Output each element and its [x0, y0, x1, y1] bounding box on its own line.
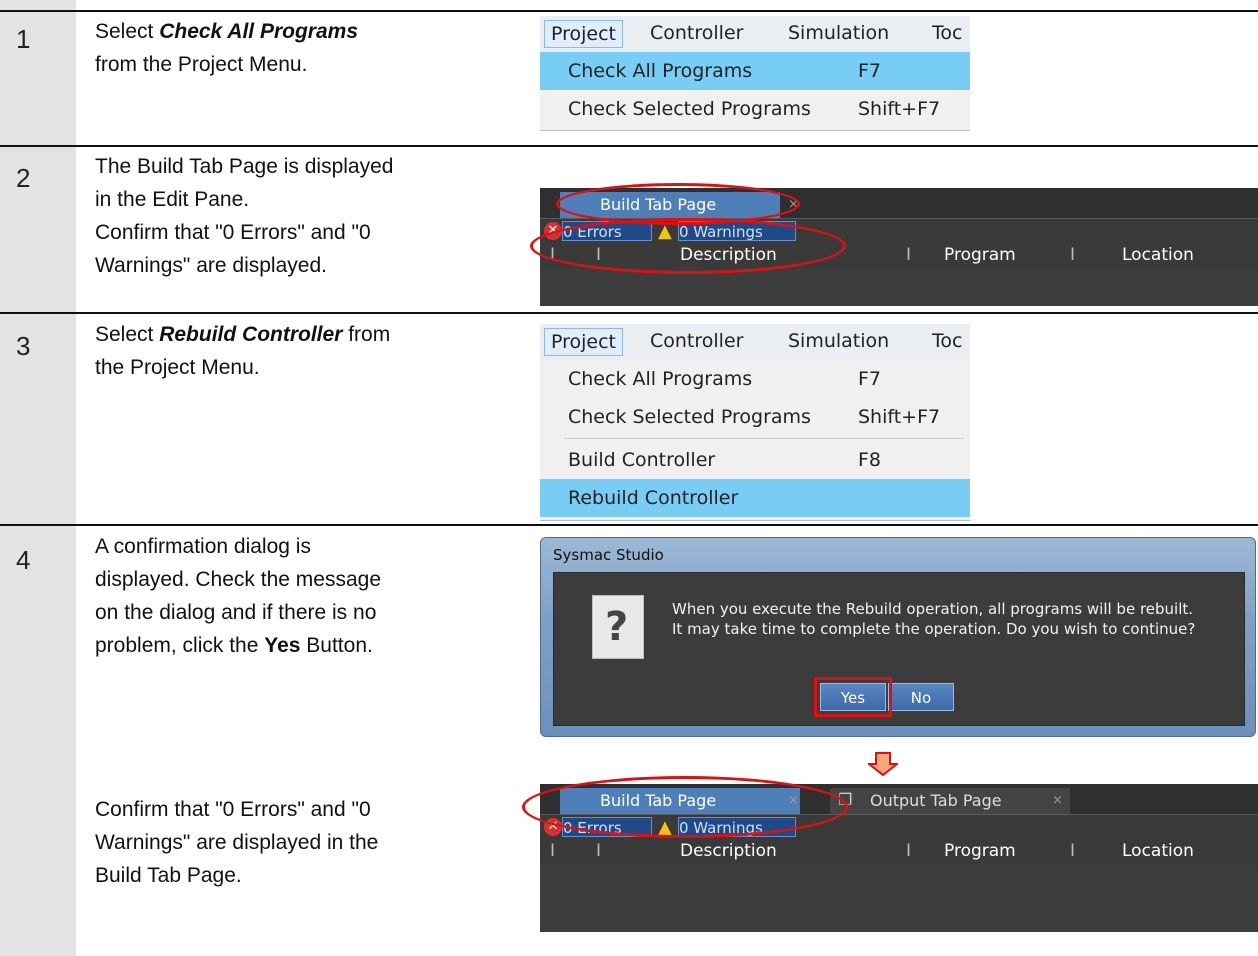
build-list-body: [540, 865, 1258, 932]
col-divider: I: [906, 841, 912, 861]
menu-controller[interactable]: Controller: [650, 330, 743, 352]
tab-output-label: Output Tab Page: [870, 791, 1002, 810]
menu-item-shortcut: Shift+F7: [858, 98, 941, 120]
step4-line-2: displayed. Check the message: [95, 568, 381, 591]
menu-item-label: Check All Programs: [568, 368, 753, 390]
step4-line-4-pre: problem, click the: [95, 634, 265, 657]
col-program[interactable]: Program: [944, 245, 1016, 265]
col-description[interactable]: Description: [680, 841, 777, 861]
step2-line-4: Warnings" are displayed.: [95, 254, 327, 277]
step1-text-post: from the Project Menu.: [95, 53, 308, 76]
menu-item-label: Rebuild Controller: [568, 487, 739, 509]
step4-text: A confirmation dialog is displayed. Chec…: [95, 530, 505, 662]
menu-item-label: Build Controller: [568, 449, 716, 471]
col-divider: I: [1070, 245, 1076, 265]
step-number-3: 3: [16, 331, 31, 361]
build-list-body: [540, 269, 1258, 306]
step-number-1: 1: [16, 24, 31, 54]
dialog-message: When you execute the Rebuild operation, …: [672, 599, 1195, 639]
step1-text-pre: Select: [95, 20, 160, 43]
menu-project[interactable]: Project: [544, 20, 624, 48]
menu-bar-2: Project Controller Simulation Toc: [540, 324, 970, 360]
dialog-body: ? When you execute the Rebuild operation…: [553, 572, 1245, 726]
dialog-message-line-2: It may take time to complete the operati…: [672, 620, 1196, 638]
question-icon: ?: [592, 595, 644, 659]
project-menu-1: Project Controller Simulation Toc Check …: [540, 16, 970, 131]
col-location[interactable]: Location: [1122, 841, 1194, 861]
step1-menu-item-name: Check All Programs: [159, 20, 358, 43]
menu-item-label: Check Selected Programs: [568, 406, 811, 428]
menu-item-build-controller[interactable]: Build Controller F8: [540, 441, 970, 479]
step2-line-3: Confirm that "0 Errors" and "0: [95, 221, 371, 244]
step4-confirm-line-2: Warnings" are displayed in the: [95, 831, 379, 854]
project-menu-2: Project Controller Simulation Toc Check …: [540, 324, 970, 521]
menu-item-label: Check All Programs: [568, 60, 753, 82]
step4-confirm-line-1: Confirm that "0 Errors" and "0: [95, 798, 371, 821]
row-divider-2: [0, 312, 1258, 314]
col-divider: I: [550, 841, 556, 861]
down-arrow-icon: [868, 752, 898, 776]
highlight-ellipse-status: [530, 218, 846, 274]
step-number-column: [0, 0, 76, 956]
step2-line-1: The Build Tab Page is displayed: [95, 155, 394, 178]
menu-project[interactable]: Project: [544, 328, 624, 356]
step3-text-pre: Select: [95, 323, 160, 346]
step4-confirm-line-3: Build Tab Page.: [95, 864, 242, 887]
close-icon[interactable]: ×: [1052, 788, 1063, 814]
row-divider-1: [0, 145, 1258, 147]
dialog-title: Sysmac Studio: [553, 546, 664, 564]
column-header: I I Description I Program I Location: [540, 839, 1258, 865]
yes-highlight-box: [814, 677, 892, 717]
menu-tools[interactable]: Toc: [932, 22, 962, 44]
menu-item-rebuild-controller[interactable]: Rebuild Controller: [540, 479, 970, 517]
col-program[interactable]: Program: [944, 841, 1016, 861]
step4-line-3: on the dialog and if there is no: [95, 601, 377, 624]
step4-yes-label: Yes: [264, 634, 301, 657]
menu-bar-1: Project Controller Simulation Toc: [540, 16, 970, 52]
col-divider: I: [906, 245, 912, 265]
step-number-2: 2: [16, 163, 31, 193]
no-button-label: No: [910, 689, 932, 707]
menu-item-shortcut: F8: [858, 449, 882, 471]
step3-text-post1: from: [342, 323, 391, 346]
menu-item-check-selected-programs[interactable]: Check Selected Programs Shift+F7: [540, 90, 970, 128]
row-divider-3: [0, 524, 1258, 526]
step2-text: The Build Tab Page is displayed in the E…: [95, 150, 505, 282]
step3-text: Select Rebuild Controller from the Proje…: [95, 318, 505, 384]
menu-simulation[interactable]: Simulation: [788, 22, 889, 44]
menu-simulation[interactable]: Simulation: [788, 330, 889, 352]
step-number-4: 4: [16, 545, 31, 575]
no-button[interactable]: No: [888, 683, 954, 711]
menu-controller[interactable]: Controller: [650, 22, 743, 44]
dialog-message-line-1: When you execute the Rebuild operation, …: [672, 600, 1194, 618]
step4-confirm-text: Confirm that "0 Errors" and "0 Warnings"…: [95, 793, 505, 892]
highlight-ellipse-result: [522, 776, 848, 838]
menu-item-check-all-programs[interactable]: Check All Programs F7: [540, 360, 970, 398]
step4-line-1: A confirmation dialog is: [95, 535, 311, 558]
step4-line-4-post: Button.: [300, 634, 373, 657]
col-divider: I: [1070, 841, 1076, 861]
menu-item-label: Check Selected Programs: [568, 98, 811, 120]
step1-text: Select Check All Programs from the Proje…: [95, 15, 505, 81]
menu-item-shortcut: F7: [858, 368, 882, 390]
table-top-rule: [0, 10, 1258, 12]
col-divider: I: [596, 841, 602, 861]
menu-item-shortcut: F7: [858, 60, 882, 82]
step3-menu-item-name: Rebuild Controller: [159, 323, 343, 346]
col-location[interactable]: Location: [1122, 245, 1194, 265]
menu-tools[interactable]: Toc: [932, 330, 962, 352]
step2-line-2: in the Edit Pane.: [95, 188, 250, 211]
confirm-dialog: Sysmac Studio ? When you execute the Reb…: [540, 537, 1256, 737]
menu-item-check-selected-programs[interactable]: Check Selected Programs Shift+F7: [540, 398, 970, 436]
menu-item-check-all-programs[interactable]: Check All Programs F7: [540, 52, 970, 90]
menu-item-shortcut: Shift+F7: [858, 406, 941, 428]
step3-text-post2: the Project Menu.: [95, 356, 260, 379]
menu-separator: [564, 438, 964, 439]
tab-output[interactable]: Output Tab Page: [830, 788, 1070, 814]
step4-line-4: problem, click the Yes Button.: [95, 629, 505, 662]
